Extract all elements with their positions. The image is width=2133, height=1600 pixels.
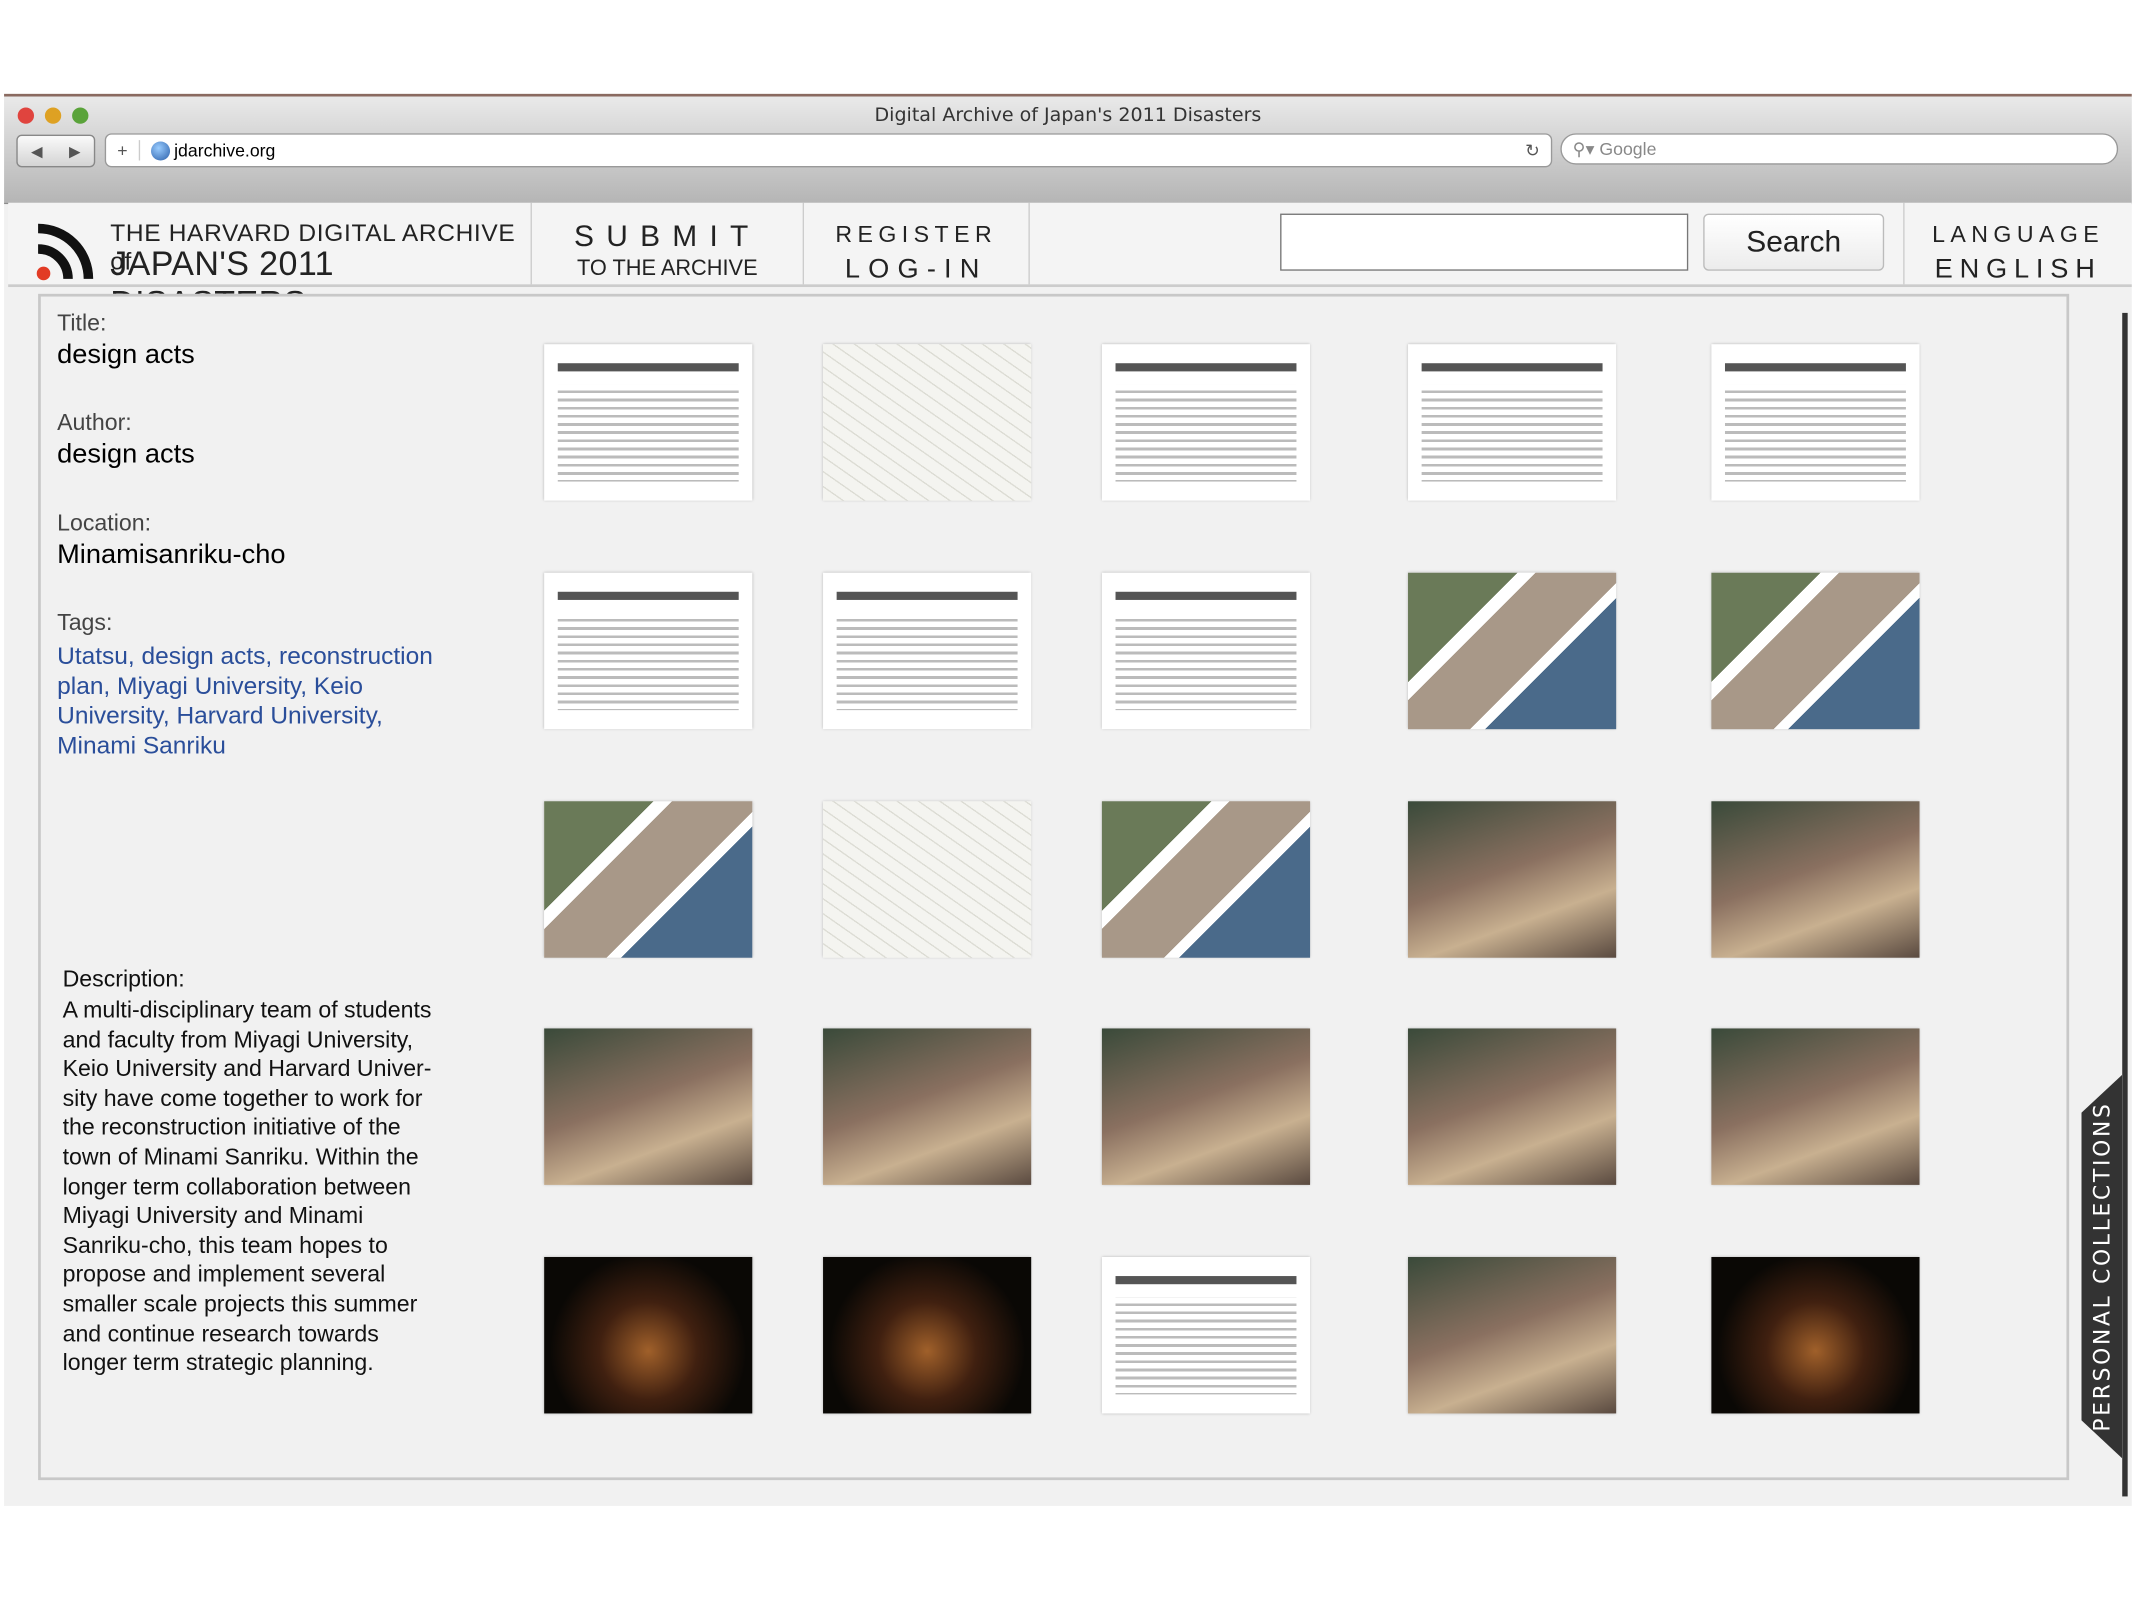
- tag-link[interactable]: design acts: [142, 642, 266, 669]
- thumbnail-20[interactable]: [1711, 1028, 1920, 1185]
- add-bookmark-icon[interactable]: +: [106, 140, 141, 161]
- item-panel: Title: design acts Author: design acts L…: [38, 293, 2070, 1481]
- tag-link[interactable]: Utatsu: [57, 642, 128, 669]
- language-label: LANGUAGE: [1932, 221, 2105, 248]
- thumbnail-1[interactable]: [544, 344, 753, 501]
- thumbnail-9[interactable]: [1408, 572, 1617, 730]
- description-label: Description:: [62, 965, 185, 992]
- language-value[interactable]: ENGLISH: [1905, 254, 2132, 285]
- item-location: Minamisanriku-cho: [57, 540, 286, 571]
- account-links: REGISTER LOG-IN: [804, 202, 1030, 285]
- language-selector[interactable]: LANGUAGE ENGLISH: [1903, 202, 2132, 285]
- scrollbar[interactable]: [2122, 312, 2128, 1497]
- back-forward-buttons[interactable]: ◀ ▶: [16, 134, 96, 168]
- thumbnail-18[interactable]: [1101, 1028, 1311, 1185]
- browser-search-field[interactable]: ⚲▾ Google: [1560, 133, 2119, 165]
- site-header: THE HARVARD DIGITAL ARCHIVE of JAPAN'S 2…: [8, 202, 2132, 322]
- thumbnail-21[interactable]: [544, 1257, 753, 1414]
- browser-window: Digital Archive of Japan's 2011 Disaster…: [4, 93, 2132, 1506]
- thumbnail-24[interactable]: [1408, 1257, 1617, 1414]
- thumbnail-25[interactable]: [1711, 1257, 1920, 1414]
- globe-icon: [151, 140, 171, 160]
- thumbnail-17[interactable]: [823, 1028, 1032, 1185]
- search-icon: ⚲▾: [1572, 138, 1600, 159]
- thumbnail-23[interactable]: [1101, 1257, 1311, 1414]
- item-description: A multi-disciplinary team of students an…: [62, 997, 432, 1376]
- thumbnail-2[interactable]: [823, 344, 1032, 501]
- tag-list: Utatsu, design acts, reconstruction plan…: [57, 642, 433, 760]
- register-link[interactable]: REGISTER: [804, 222, 1028, 249]
- site-search-input[interactable]: [1280, 213, 1689, 271]
- reload-icon[interactable]: ↻: [1525, 139, 1540, 161]
- address-bar[interactable]: + jdarchive.org ↻: [104, 133, 1553, 168]
- personal-collections-tab[interactable]: PERSONAL COLLECTIONS: [2081, 1075, 2122, 1459]
- thumbnail-7[interactable]: [823, 572, 1032, 730]
- tags-label: Tags:: [57, 609, 113, 636]
- browser-toolbar: Digital Archive of Japan's 2011 Disaster…: [4, 96, 2132, 205]
- thumbnail-12[interactable]: [823, 801, 1032, 958]
- tag-link[interactable]: Minami Sanriku: [57, 732, 226, 759]
- submit-link[interactable]: SUBMIT TO THE ARCHIVE: [532, 202, 804, 285]
- personal-collections-label: PERSONAL COLLECTIONS: [2088, 1101, 2115, 1432]
- thumbnail-16[interactable]: [544, 1028, 753, 1185]
- browser-search-placeholder: Google: [1599, 138, 1657, 160]
- title-label: Title:: [57, 310, 107, 337]
- item-title: design acts: [57, 340, 195, 371]
- thumbnail-11[interactable]: [544, 801, 753, 958]
- thumbnail-13[interactable]: [1101, 801, 1311, 958]
- author-label: Author:: [57, 409, 132, 436]
- login-link[interactable]: LOG-IN: [804, 254, 1028, 285]
- thumbnail-8[interactable]: [1101, 572, 1311, 730]
- submit-sublabel: TO THE ARCHIVE: [576, 257, 758, 281]
- back-icon[interactable]: ◀: [31, 142, 43, 160]
- submit-label: SUBMIT: [574, 219, 761, 254]
- rss-logo-icon: [36, 223, 94, 281]
- window-title: Digital Archive of Japan's 2011 Disaster…: [874, 104, 1262, 127]
- thumbnail-4[interactable]: [1408, 344, 1617, 501]
- thumbnail-3[interactable]: [1101, 344, 1311, 501]
- location-label: Location:: [57, 510, 152, 536]
- forward-icon[interactable]: ▶: [69, 142, 81, 160]
- item-author: design acts: [57, 439, 195, 470]
- thumbnail-14[interactable]: [1408, 801, 1617, 958]
- search-button[interactable]: Search: [1703, 213, 1885, 271]
- site-logo[interactable]: THE HARVARD DIGITAL ARCHIVE of JAPAN'S 2…: [8, 202, 532, 322]
- thumbnail-19[interactable]: [1408, 1028, 1617, 1185]
- url-text[interactable]: jdarchive.org: [174, 140, 275, 160]
- thumbnail-15[interactable]: [1711, 801, 1920, 958]
- thumbnail-6[interactable]: [544, 572, 753, 730]
- thumbnail-22[interactable]: [823, 1257, 1032, 1414]
- tag-link[interactable]: Harvard University: [176, 702, 376, 729]
- tag-link[interactable]: Miyagi University: [117, 672, 300, 699]
- thumbnail-10[interactable]: [1711, 572, 1920, 730]
- thumbnail-5[interactable]: [1711, 344, 1920, 501]
